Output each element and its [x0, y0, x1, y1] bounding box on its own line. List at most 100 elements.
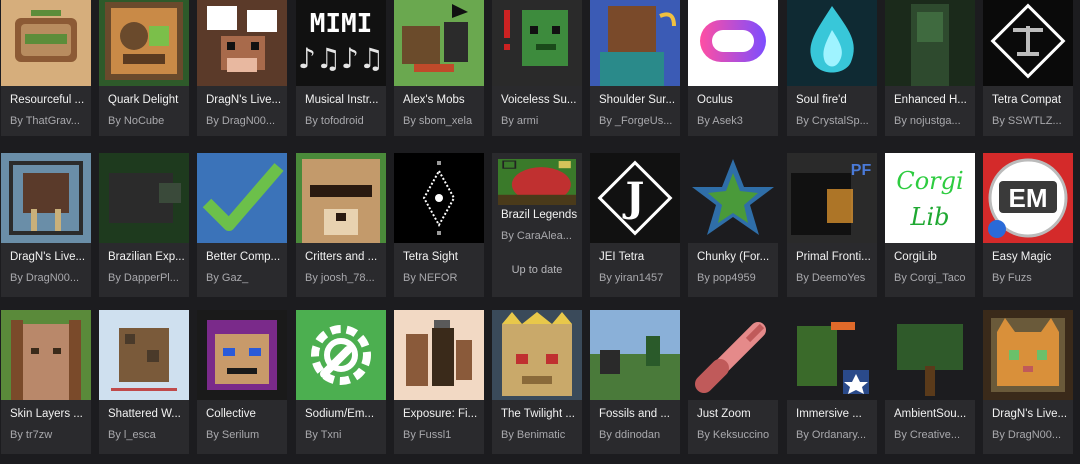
mod-author: By Txni	[305, 429, 342, 441]
mod-name: Soul fire'd	[796, 94, 847, 106]
mod-author: By SSWTLZ...	[992, 115, 1062, 127]
mod-card[interactable]: Exposure: Fi... By Fussl1	[394, 310, 484, 454]
mod-card[interactable]: Skin Layers ... By tr7zw	[1, 310, 91, 454]
mod-name: Collective	[206, 408, 256, 420]
mod-name: AmbientSou...	[894, 408, 967, 420]
corgilib-icon: Corgi Lib	[885, 153, 975, 243]
mod-card[interactable]: Better Comp... By Gaz_	[197, 153, 287, 297]
mod-card[interactable]: Resourceful ... By ThatGrav...	[1, 0, 91, 136]
cat-face-icon	[983, 310, 1073, 400]
mod-name: Easy Magic	[992, 251, 1052, 263]
easy-magic-icon: EM	[983, 153, 1073, 243]
resourceful-icon	[1, 0, 91, 86]
critter-face-icon	[296, 153, 386, 243]
mod-author: By pop4959	[697, 272, 756, 284]
mod-name: Resourceful ...	[10, 94, 85, 106]
mod-card[interactable]: Tetra Compat By SSWTLZ...	[983, 0, 1073, 136]
mod-name: Fossils and ...	[599, 408, 670, 420]
mod-card[interactable]: Enhanced H... By nojustga...	[885, 0, 975, 136]
svg-text:♪♫♪♫: ♪♫♪♫	[298, 42, 384, 75]
mod-author: By ThatGrav...	[10, 115, 80, 127]
mod-author: By NoCube	[108, 115, 165, 127]
mod-author: By DeemoYes	[796, 272, 866, 284]
mod-author: By CrystalSp...	[796, 115, 869, 127]
mod-author: By armi	[501, 115, 539, 127]
checkmark-icon	[197, 153, 287, 243]
svg-text:J: J	[623, 174, 645, 221]
mod-card[interactable]: Quark Delight By NoCube	[99, 0, 189, 136]
mod-card[interactable]: DragN's Live... By DragN00...	[983, 310, 1073, 454]
mod-card[interactable]: Soul fire'd By CrystalSp...	[787, 0, 877, 136]
twilight-head-icon	[492, 310, 582, 400]
quark-delight-icon	[99, 0, 189, 86]
mod-author: By Keksuccino	[697, 429, 770, 441]
spyglass-icon	[688, 310, 778, 400]
mod-name: Oculus	[697, 94, 733, 106]
mod-name: Skin Layers ...	[10, 408, 83, 420]
mod-author: By ddinodan	[599, 429, 661, 441]
mod-author: By Benimatic	[501, 429, 566, 441]
mod-name: Tetra Compat	[992, 94, 1062, 106]
mod-name: Enhanced H...	[894, 94, 967, 106]
mod-name: Quark Delight	[108, 94, 179, 106]
mod-author: By CaraAlea...	[501, 230, 572, 242]
mod-author: By _ForgeUs...	[599, 115, 673, 127]
mod-name: Shoulder Sur...	[599, 94, 676, 106]
mod-card[interactable]: Brazil Legends By CaraAlea... Up to date	[492, 153, 582, 297]
mod-card[interactable]: Fossils and ... By ddinodan	[590, 310, 680, 454]
mod-card[interactable]: Voiceless Su... By armi	[492, 0, 582, 136]
mod-name: Shattered W...	[108, 408, 181, 420]
mod-card[interactable]: AmbientSou... By Creative...	[885, 310, 975, 454]
tetra-compat-icon	[983, 0, 1073, 86]
mod-card[interactable]: Brazilian Exp... By DapperPl...	[99, 153, 189, 297]
mod-author: By tr7zw	[10, 429, 53, 441]
mod-card[interactable]: MIMI ♪♫♪♫ Musical Instr... By tofodroid	[296, 0, 386, 136]
wrench-gear-icon	[296, 310, 386, 400]
mod-author: By l_esca	[108, 429, 156, 441]
mod-card[interactable]: Alex's Mobs By sbom_xela	[394, 0, 484, 136]
shoulder-surfing-icon	[590, 0, 680, 86]
mod-name: DragN's Live...	[10, 251, 86, 263]
mod-author: By Gaz_	[206, 272, 249, 284]
music-notes-icon: MIMI ♪♫♪♫	[296, 0, 386, 86]
chunky-star-icon	[688, 153, 778, 243]
mod-card[interactable]: DragN's Live... By DragN00...	[1, 153, 91, 297]
mod-card[interactable]: CorgiLibCorgiLibBy Corgi_TacoCorgi Lib	[885, 153, 975, 297]
mod-name: Better Comp...	[206, 251, 281, 263]
oculus-icon	[688, 0, 778, 86]
mod-card[interactable]: Tetra Sight By NEFOR	[394, 153, 484, 297]
svg-text:MIMI: MIMI	[310, 9, 373, 39]
alexs-mobs-icon	[394, 0, 484, 86]
tetra-sight-icon	[394, 153, 484, 243]
mod-card[interactable]: Just Zoom By Keksuccino	[688, 310, 778, 454]
mod-card[interactable]: EMEasy MagicBy FuzsEM	[983, 153, 1073, 297]
mod-card[interactable]: The Twilight ... By Benimatic	[492, 310, 582, 454]
mod-name: DragN's Live...	[992, 408, 1068, 420]
mod-card[interactable]: Sodium/Em... By Txni	[296, 310, 386, 454]
mod-card[interactable]: PF Primal Fronti... By DeemoYes	[787, 153, 877, 297]
primal-frontier-icon: PF	[787, 153, 877, 243]
mod-author: By nojustga...	[894, 115, 961, 127]
mod-author: By sbom_xela	[403, 115, 473, 127]
mod-card[interactable]: Shoulder Sur... By _ForgeUs...	[590, 0, 680, 136]
mod-card[interactable]: Oculus By Asek3	[688, 0, 778, 136]
enhanced-hand-icon	[885, 0, 975, 86]
mod-card[interactable]: Critters and ... By joosh_78...	[296, 153, 386, 297]
mod-card[interactable]: Collective By Serilum	[197, 310, 287, 454]
mod-author: By NEFOR	[403, 272, 458, 284]
mod-card[interactable]: Chunky (For... By pop4959	[688, 153, 778, 297]
mod-name: Brazil Legends	[501, 209, 578, 221]
cow-icon	[197, 0, 287, 86]
mod-author: By Ordanary...	[796, 429, 867, 441]
mod-author: By yiran1457	[599, 272, 664, 284]
svg-text:PF: PF	[851, 162, 872, 179]
mod-card[interactable]: J JEI Tetra By yiran1457	[590, 153, 680, 297]
mod-card[interactable]: Shattered W... By l_esca	[99, 310, 189, 454]
mod-card[interactable]: DragN's Live... By DragN00...	[197, 0, 287, 136]
mod-card[interactable]: Immersive ... By Ordanary...	[787, 310, 877, 454]
mod-name: Musical Instr...	[305, 94, 379, 106]
mod-name: DragN's Live...	[206, 94, 282, 106]
mod-author: By joosh_78...	[305, 272, 375, 284]
mod-name: Tetra Sight	[403, 251, 458, 263]
tapir-icon	[99, 153, 189, 243]
